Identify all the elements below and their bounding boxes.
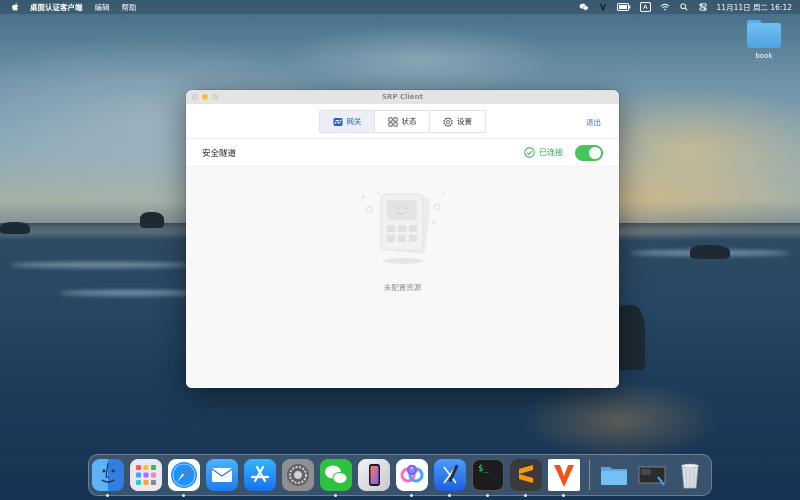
xcode-icon[interactable]	[434, 459, 466, 491]
connection-status-text: 已连接	[539, 148, 563, 157]
running-indicator	[106, 494, 109, 497]
search-icon[interactable]	[679, 3, 689, 11]
srp-client-window: SRP Client 网关 状态 设置 退出 安全隧道 已连接 未配置资源	[186, 90, 619, 388]
tab-gateway-label: 网关	[346, 117, 362, 126]
settings-icon[interactable]	[282, 459, 314, 491]
running-indicator	[562, 494, 565, 497]
menu-app-name[interactable]: 桌面认证客户端	[30, 2, 83, 13]
wave	[60, 290, 200, 296]
running-indicator	[334, 494, 337, 497]
battery-icon[interactable]	[617, 3, 631, 11]
resource-list-area: 未配置资源	[186, 167, 619, 388]
app-store-icon[interactable]	[244, 459, 276, 491]
empty-state-illustration	[361, 191, 444, 264]
window-title: SRP Client	[381, 93, 423, 101]
input-method-indicator[interactable]: A	[640, 2, 651, 12]
menu-edit[interactable]: 编辑	[95, 2, 110, 13]
apple-icon[interactable]	[10, 2, 20, 12]
rock	[690, 245, 730, 259]
connection-status: 已连接	[524, 144, 603, 161]
terminal-prompt: $_	[478, 464, 489, 474]
folder-icon[interactable]	[598, 459, 630, 491]
running-indicator	[448, 494, 451, 497]
wifi-icon[interactable]	[660, 3, 670, 11]
menu-bar: 桌面认证客户端 编辑 帮助 A 11月11日 周二 16:12	[0, 0, 800, 14]
traffic-lights	[192, 94, 218, 100]
minimize-button[interactable]	[202, 94, 208, 100]
control-center-icon[interactable]	[698, 3, 708, 11]
feishu-icon[interactable]	[396, 459, 428, 491]
check-circle-icon	[524, 147, 535, 158]
running-indicator	[182, 494, 185, 497]
window-titlebar[interactable]: SRP Client	[186, 90, 619, 104]
close-button[interactable]	[192, 94, 198, 100]
menu-bar-clock[interactable]: 11月11日 周二 16:12	[717, 2, 792, 13]
tab-gateway[interactable]: 网关	[320, 111, 375, 132]
gateway-icon	[333, 117, 342, 126]
secure-tunnel-title: 安全隧道	[202, 148, 237, 159]
launchpad-icon[interactable]	[130, 459, 162, 491]
zoom-button[interactable]	[212, 94, 218, 100]
dock-separator	[589, 460, 590, 490]
tab-status-label: 状态	[401, 117, 417, 126]
empty-state-message: 未配置资源	[383, 283, 422, 292]
tab-bar: 网关 状态 设置	[319, 110, 486, 133]
menu-help[interactable]: 帮助	[122, 2, 137, 13]
running-indicator	[486, 494, 489, 497]
terminal-icon[interactable]: $_	[472, 459, 504, 491]
sublime-icon[interactable]	[510, 459, 542, 491]
running-indicator	[410, 494, 413, 497]
trash-icon[interactable]	[674, 459, 706, 491]
v-status-icon[interactable]	[598, 3, 608, 11]
rock	[615, 305, 645, 370]
finder-icon[interactable]	[92, 459, 124, 491]
toolbar: 网关 状态 设置 退出	[186, 104, 619, 139]
screenshot-icon[interactable]	[636, 459, 668, 491]
tunnel-toggle[interactable]	[575, 144, 603, 161]
tab-status[interactable]: 状态	[375, 111, 430, 132]
safari-icon[interactable]	[168, 459, 200, 491]
toggle-knob	[589, 146, 601, 159]
tab-settings-label: 设置	[457, 117, 472, 126]
iphone-mirroring-icon[interactable]	[358, 459, 390, 491]
wave	[10, 262, 190, 268]
mail-icon[interactable]	[206, 459, 238, 491]
running-indicator	[524, 494, 527, 497]
sea-glow	[520, 380, 720, 460]
tab-settings[interactable]: 设置	[430, 111, 485, 132]
folder-icon	[747, 20, 781, 48]
logout-link[interactable]: 退出	[586, 117, 601, 128]
gear-icon	[443, 116, 453, 127]
secure-tunnel-row: 安全隧道 已连接	[186, 139, 619, 167]
rock	[140, 212, 164, 228]
desktop-folder-book[interactable]: book	[744, 20, 784, 60]
wechat-icon[interactable]	[320, 459, 352, 491]
rock	[0, 222, 30, 234]
wechat-status-icon[interactable]	[579, 3, 589, 11]
desktop-folder-label: book	[755, 52, 773, 60]
grid-icon	[387, 116, 398, 127]
srp-client-icon[interactable]	[548, 459, 580, 491]
